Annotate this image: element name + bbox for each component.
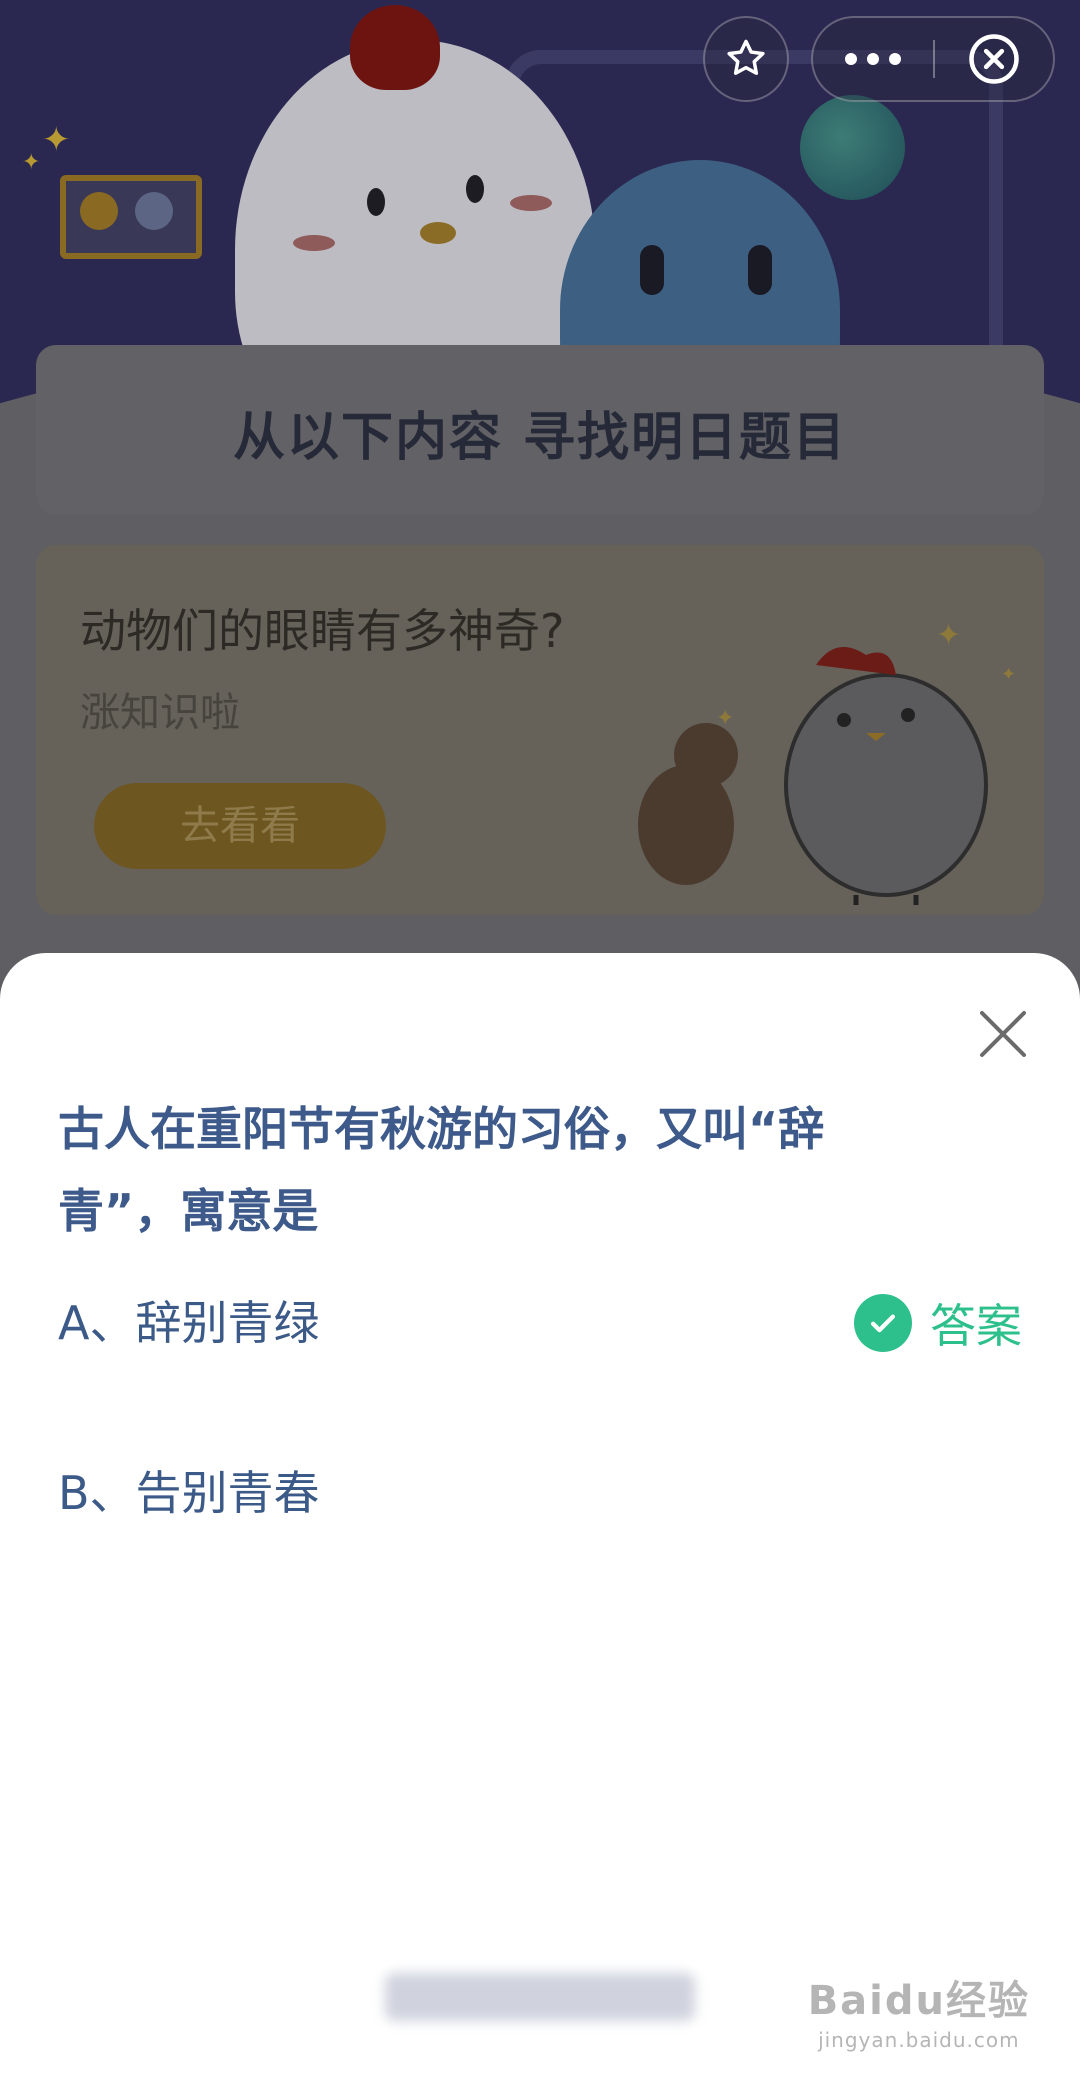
cat-and-chick-illustration: ✦ ✦ ✦ bbox=[638, 618, 1016, 905]
watermark-url: jingyan.baidu.com bbox=[818, 2028, 1020, 2052]
answer-badge: 答案 bbox=[854, 1283, 1022, 1363]
more-dots-icon bbox=[845, 53, 901, 65]
miniprogram-capsule bbox=[811, 16, 1055, 102]
check-circle-icon bbox=[854, 1294, 912, 1352]
more-button[interactable] bbox=[813, 18, 933, 100]
promo-subtitle: 涨知识啦 bbox=[80, 690, 240, 736]
planet-icon bbox=[800, 95, 905, 200]
close-circle-icon bbox=[969, 34, 1019, 84]
watermark-brand: Baidu经验 bbox=[807, 1978, 1030, 2024]
promo-go-button[interactable]: 去看看 bbox=[94, 783, 386, 869]
close-icon bbox=[980, 1011, 1026, 1057]
favorite-button[interactable] bbox=[703, 16, 789, 102]
baidu-jingyan-watermark: Baidu经验 jingyan.baidu.com bbox=[808, 1968, 1030, 2052]
chick-comb bbox=[350, 5, 440, 90]
sparkle-icon: ✦ bbox=[42, 120, 71, 160]
sparkle-icon: ✦ bbox=[22, 150, 41, 175]
title-banner: 从以下内容 寻找明日题目 bbox=[232, 408, 848, 468]
background-page: ✦ ✦ 从以下内容 寻找明日题目 动物们的眼睛有多神奇? 涨知识啦 去看看 ✦ … bbox=[0, 0, 1080, 1000]
svg-text:✦: ✦ bbox=[1001, 664, 1016, 685]
blurred-footer-text bbox=[385, 1973, 695, 2021]
silver-medal-icon bbox=[135, 192, 173, 230]
star-outline-icon bbox=[727, 39, 765, 75]
promo-card[interactable]: 动物们的眼睛有多神奇? 涨知识啦 去看看 ✦ ✦ ✦ bbox=[36, 545, 1044, 915]
option-b[interactable]: B、告别青春 bbox=[58, 1453, 1018, 1533]
gold-medal-icon bbox=[80, 192, 118, 230]
promo-title: 动物们的眼睛有多神奇? bbox=[80, 604, 565, 658]
svg-text:✦: ✦ bbox=[936, 618, 961, 653]
exit-button[interactable] bbox=[935, 18, 1053, 100]
sheet-close-button[interactable] bbox=[970, 1001, 1036, 1067]
question-text: 古人在重阳节有秋游的习俗，又叫“辞青”，寓意是 bbox=[58, 1102, 825, 1238]
question-sheet: 古人在重阳节有秋游的习俗，又叫“辞青”，寓意是 A、辞别青绿 答案 B、告别青春… bbox=[0, 953, 1080, 2075]
title-banner-card: 从以下内容 寻找明日题目 bbox=[36, 345, 1044, 515]
answer-label: 答案 bbox=[930, 1299, 1022, 1353]
